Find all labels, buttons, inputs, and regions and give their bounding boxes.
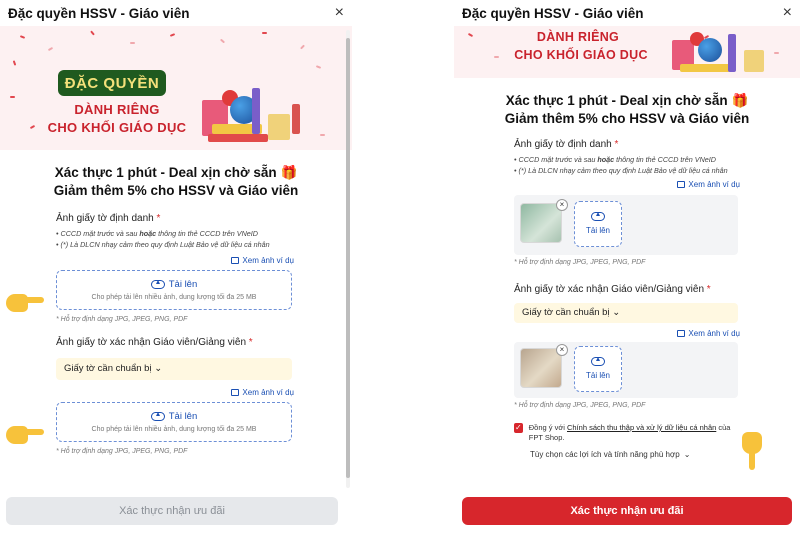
headline-line-1: Xác thực 1 phút - Deal xịn chờ sẵn xyxy=(505,93,728,108)
submit-button[interactable]: Xác thực nhận ưu đãi xyxy=(462,497,792,525)
headline-line-2: Giảm thêm 5% cho HSSV và Giáo viên xyxy=(53,182,299,198)
add-more-upload-tile[interactable]: Tải lên xyxy=(574,200,622,247)
pointing-hand-icon xyxy=(740,432,764,470)
modal-header: Đặc quyền HSSV - Giáo viên × xyxy=(0,0,352,26)
upload-box-id[interactable]: Tải lên Cho phép tải lên nhiều ảnh, dung… xyxy=(56,269,292,310)
example-link-teacher[interactable]: Xem ảnh ví dụ xyxy=(514,329,740,338)
submit-button-disabled[interactable]: Xác thực nhận ưu đãi xyxy=(6,497,338,525)
modal-after-upload: Đặc quyền HSSV - Giáo viên × DÀNH RIÊNG … xyxy=(454,0,800,533)
chevron-down-icon: ⌄ xyxy=(683,449,691,459)
modal-title: Đặc quyền HSSV - Giáo viên xyxy=(462,5,644,21)
consent-checkbox[interactable]: ✓ xyxy=(514,422,523,433)
required-docs-select[interactable]: Giấy tờ cần chuẩn bị ⌄ xyxy=(514,302,738,323)
id-section: Ảnh giấy tờ định danh * • CCCD mặt trước… xyxy=(0,213,352,323)
id-section-notes: • CCCD mặt trước và sau hoặc thông tin t… xyxy=(56,229,270,249)
remove-image-icon[interactable]: × xyxy=(556,198,568,211)
image-icon xyxy=(231,388,240,396)
close-icon[interactable]: × xyxy=(335,5,344,21)
id-section-label: Ảnh giấy tờ định danh * xyxy=(514,139,619,151)
format-hint: * Hỗ trợ định dạng JPG, JPEG, PNG, PDF xyxy=(56,447,188,455)
promo-badge: ĐẶC QUYỀN xyxy=(58,70,166,96)
chevron-down-icon: ⌄ xyxy=(612,307,621,319)
uploaded-files-teacher: × Tải lên xyxy=(514,341,738,398)
school-illustration xyxy=(668,26,778,78)
example-link-id[interactable]: Xem ảnh ví dụ xyxy=(56,256,294,265)
remove-image-icon[interactable]: × xyxy=(556,343,568,356)
modal-header: Đặc quyền HSSV - Giáo viên × xyxy=(454,0,800,26)
headline-line-1: Xác thực 1 phút - Deal xịn chờ sẵn xyxy=(54,165,277,180)
promo-banner: DÀNH RIÊNG CHO KHỐI GIÁO DỤC xyxy=(454,26,800,78)
image-icon xyxy=(677,329,686,337)
gift-icon: 🎁 xyxy=(731,93,749,108)
consent-text: Đồng ý với Chính sách thu thập và xử lý … xyxy=(528,422,731,443)
headline: Xác thực 1 phút - Deal xịn chờ sẵn 🎁 Giả… xyxy=(0,164,352,199)
cloud-upload-icon xyxy=(591,357,605,367)
modal-body[interactable]: ĐẶC QUYỀN DÀNH RIÊNG CHO KHỐI GIÁO DỤC X… xyxy=(0,26,352,493)
modal-body[interactable]: DÀNH RIÊNG CHO KHỐI GIÁO DỤC Xác thực 1 … xyxy=(454,26,800,493)
headline: Xác thực 1 phút - Deal xịn chờ sẵn 🎁 Giả… xyxy=(454,92,800,127)
uploaded-files-id: × Tải lên xyxy=(514,194,738,255)
cloud-upload-icon xyxy=(150,411,165,421)
image-icon xyxy=(677,180,686,188)
modal-before-upload: Đặc quyền HSSV - Giáo viên × ĐẶC QUYỀN D… xyxy=(0,0,352,533)
promo-banner: ĐẶC QUYỀN DÀNH RIÊNG CHO KHỐI GIÁO DỤC xyxy=(0,26,352,150)
gift-icon: 🎁 xyxy=(280,165,298,180)
pointing-hand-icon xyxy=(6,290,44,314)
scroll-thumb[interactable] xyxy=(346,38,350,478)
teacher-section: Ảnh giấy tờ xác nhận Giáo viên/Giảng viê… xyxy=(0,337,352,455)
format-hint: * Hỗ trợ định dạng JPG, JPEG, PNG, PDF xyxy=(514,258,646,266)
banner-line-2: CHO KHỐI GIÁO DỤC xyxy=(47,120,187,135)
school-illustration xyxy=(198,78,308,144)
format-hint: * Hỗ trợ định dạng JPG, JPEG, PNG, PDF xyxy=(56,315,188,323)
id-section-label: Ảnh giấy tờ định danh * xyxy=(56,213,161,225)
id-section: Ảnh giấy tờ định danh * • CCCD mặt trước… xyxy=(454,139,800,266)
uploaded-id-card-thumbnail[interactable] xyxy=(520,202,562,243)
cloud-upload-icon xyxy=(150,279,165,289)
teacher-section-label: Ảnh giấy tờ xác nhận Giáo viên/Giảng viê… xyxy=(514,283,711,295)
upload-box-teacher[interactable]: Tải lên Cho phép tải lên nhiều ảnh, dung… xyxy=(56,401,292,442)
add-more-upload-tile[interactable]: Tải lên xyxy=(574,345,622,392)
cloud-upload-icon xyxy=(591,212,605,222)
modal-title: Đặc quyền HSSV - Giáo viên xyxy=(8,5,190,21)
pointing-hand-icon xyxy=(6,422,44,446)
banner-line-1: DÀNH RIÊNG xyxy=(74,102,160,117)
example-link-teacher[interactable]: Xem ảnh ví dụ xyxy=(56,388,294,397)
banner-line-1: DÀNH RIÊNG xyxy=(536,30,620,44)
image-icon xyxy=(231,256,240,264)
example-link-id[interactable]: Xem ảnh ví dụ xyxy=(514,180,740,189)
banner-line-2: CHO KHỐI GIÁO DỤC xyxy=(514,48,648,62)
scrollbar[interactable] xyxy=(346,30,350,488)
teacher-section-label: Ảnh giấy tờ xác nhận Giáo viên/Giảng viê… xyxy=(56,336,253,348)
close-icon[interactable]: × xyxy=(783,5,792,21)
uploaded-teacher-card-thumbnail[interactable] xyxy=(520,347,562,388)
format-hint: * Hỗ trợ định dạng JPG, JPEG, PNG, PDF xyxy=(514,401,646,409)
headline-line-2: Giảm thêm 5% cho HSSV và Giáo viên xyxy=(504,110,750,126)
id-section-notes: • CCCD mặt trước và sau hoặc thông tin t… xyxy=(514,155,728,175)
chevron-down-icon: ⌄ xyxy=(154,363,163,375)
privacy-policy-link[interactable]: Chính sách thu thập và xử lý dữ liệu cá … xyxy=(567,423,716,432)
teacher-section: Ảnh giấy tờ xác nhận Giáo viên/Giảng viê… xyxy=(454,284,800,409)
required-docs-select[interactable]: Giấy tờ cần chuẩn bị ⌄ xyxy=(56,357,292,380)
